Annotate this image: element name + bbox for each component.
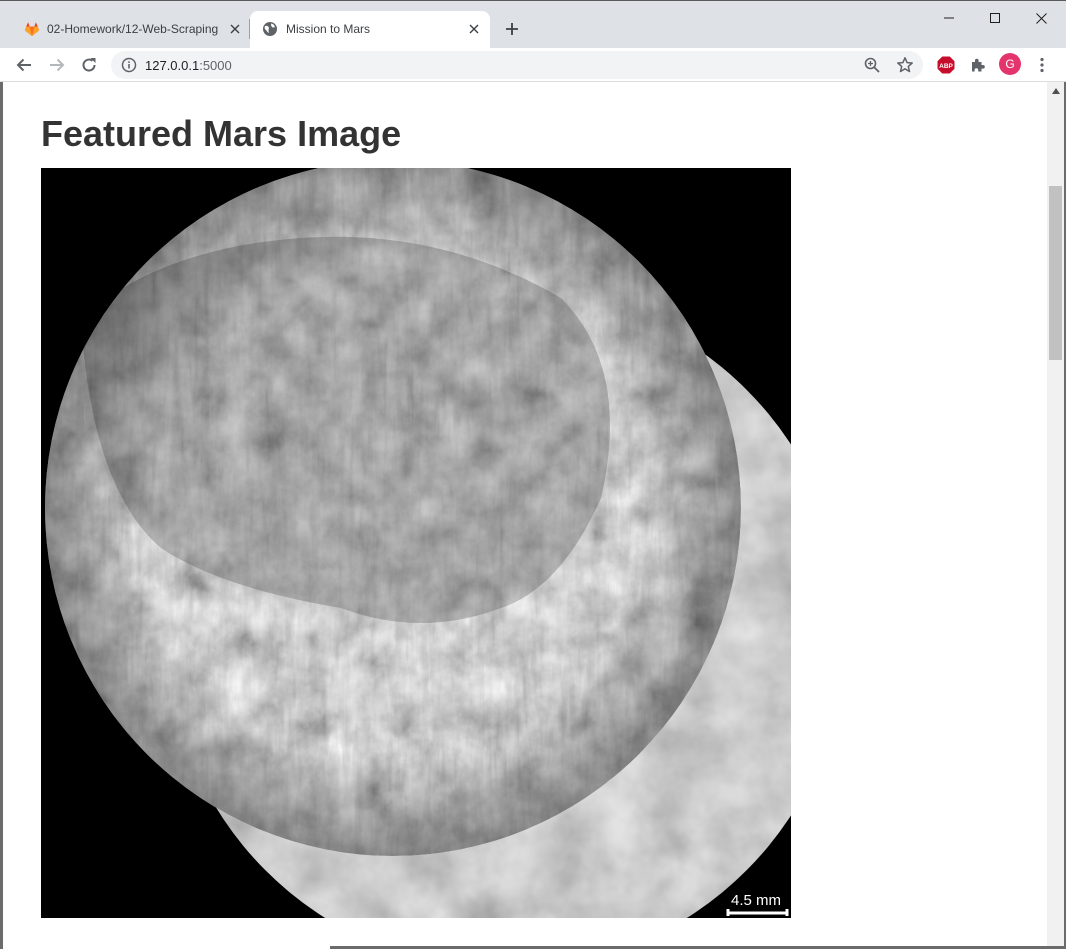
close-icon xyxy=(1035,12,1047,24)
info-icon[interactable] xyxy=(121,57,137,73)
window-border xyxy=(0,82,3,949)
forward-icon xyxy=(50,58,65,72)
tab-mission-to-mars[interactable]: Mission to Mars xyxy=(250,11,490,49)
globe-icon xyxy=(263,22,277,36)
url-text: 127.0.0.1:5000 xyxy=(145,58,232,73)
close-tab-icon[interactable] xyxy=(226,20,244,38)
close-window-button[interactable] xyxy=(1018,1,1064,35)
tab-title: Mission to Mars xyxy=(286,22,371,36)
gitlab-icon xyxy=(25,22,39,36)
tab-strip: 02-Homework/12-Web-Scraping Mission to M… xyxy=(0,0,1066,49)
scrollbar-thumb[interactable] xyxy=(1049,186,1062,360)
scale-bar-label: 4.5 mm xyxy=(731,892,781,909)
address-bar[interactable]: 127.0.0.1:5000 xyxy=(111,51,923,79)
star-icon[interactable] xyxy=(896,56,914,74)
featured-mars-image: 4.5 mm xyxy=(41,168,791,918)
new-tab-button[interactable] xyxy=(500,17,524,41)
avatar-letter: G xyxy=(1005,57,1015,71)
tab-title: 02-Homework/12-Web-Scraping xyxy=(47,22,219,36)
forward-button[interactable] xyxy=(43,51,71,79)
zoom-icon[interactable] xyxy=(863,56,881,74)
url-port: :5000 xyxy=(199,58,232,73)
plus-icon xyxy=(506,23,518,35)
browser-toolbar: 127.0.0.1:5000 ABP G xyxy=(0,48,1066,82)
reload-icon xyxy=(82,58,96,72)
menu-button[interactable] xyxy=(1028,51,1056,79)
scroll-up-arrow-icon[interactable] xyxy=(1047,82,1064,99)
maximize-button[interactable] xyxy=(972,1,1018,35)
back-icon xyxy=(16,58,31,72)
back-button[interactable] xyxy=(10,51,38,79)
close-tab-icon[interactable] xyxy=(465,20,483,38)
vertical-scrollbar[interactable] xyxy=(1047,82,1064,949)
tab-homework[interactable]: 02-Homework/12-Web-Scraping xyxy=(14,11,248,49)
page-title: Featured Mars Image xyxy=(41,113,402,154)
maximize-icon xyxy=(990,13,1000,23)
svg-text:ABP: ABP xyxy=(939,63,953,70)
abp-icon: ABP xyxy=(937,56,955,74)
page-viewport: Featured Mars Image 4.5 mm xyxy=(0,82,1066,949)
extensions-button[interactable] xyxy=(964,51,992,79)
minimize-button[interactable] xyxy=(926,1,972,35)
url-host: 127.0.0.1 xyxy=(145,58,200,73)
menu-icon xyxy=(1040,57,1044,73)
adblock-button[interactable]: ABP xyxy=(932,51,960,79)
minimize-icon xyxy=(944,17,954,19)
reload-button[interactable] xyxy=(75,51,103,79)
extensions-icon xyxy=(972,58,985,72)
profile-avatar[interactable]: G xyxy=(999,53,1021,75)
